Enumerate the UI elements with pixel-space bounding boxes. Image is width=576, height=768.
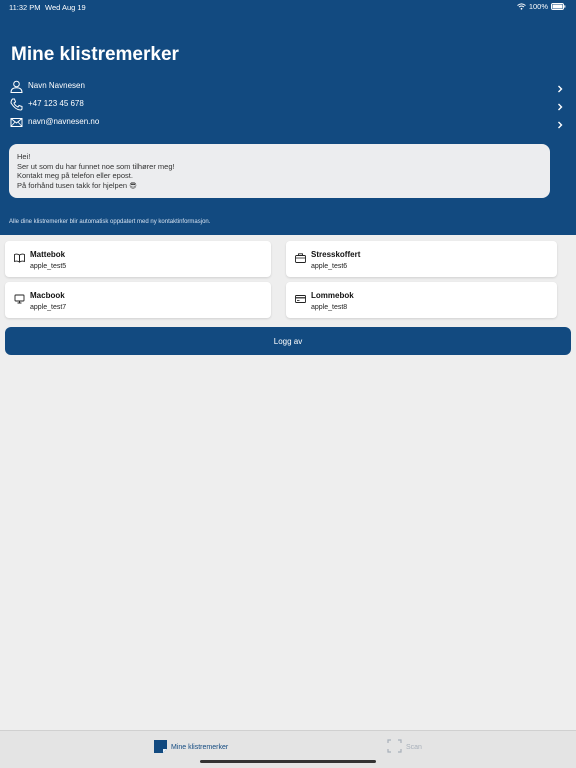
sticker-id: apple_test7: [30, 304, 67, 311]
status-time: 11:32 PM: [9, 3, 41, 12]
message-line: Hei!: [17, 152, 31, 161]
sticker-id: apple_test5: [30, 263, 67, 270]
scan-icon: [387, 739, 402, 755]
sticker-name: Lommebok: [311, 291, 354, 300]
tab-my-stickers[interactable]: Mine klistremerker: [154, 739, 228, 755]
message-line: Kontakt meg på telefon eller epost.: [17, 171, 133, 180]
sticker-id: apple_test8: [311, 304, 348, 311]
contact-row-name[interactable]: Navn Navnesen: [0, 78, 576, 96]
suitcase-icon: [295, 250, 306, 263]
page-title: Mine klistremerker: [11, 44, 179, 65]
finder-message-box[interactable]: Hei! Ser ut som du har funnet noe som ti…: [9, 144, 550, 198]
contact-name: Navn Navnesen: [28, 81, 85, 90]
chevron-right-icon: [556, 99, 564, 111]
status-bar: 11:32 PM Wed Aug 19 100%: [0, 0, 576, 16]
status-indicators: 100%: [516, 2, 566, 11]
chevron-right-icon: [556, 117, 564, 129]
sticker-card-lommebok[interactable]: Lommebok apple_test8: [286, 282, 557, 318]
logout-button[interactable]: Logg av: [5, 327, 571, 355]
status-date: Wed Aug 19: [45, 3, 86, 12]
sticker-card-mattebok[interactable]: Mattebok apple_test5: [5, 241, 271, 277]
battery-icon: [551, 3, 566, 10]
contact-row-phone[interactable]: +47 123 45 678: [0, 96, 576, 114]
tab-label: Mine klistremerker: [171, 743, 229, 751]
sticker-name: Macbook: [30, 291, 65, 300]
sticker-id: apple_test6: [311, 263, 348, 270]
phone-icon: [10, 98, 23, 111]
mail-icon: [10, 116, 23, 129]
tab-label: Scan: [406, 743, 422, 751]
person-icon: [10, 80, 23, 93]
message-line: Ser ut som du har funnet noe som tilhøre…: [17, 161, 175, 171]
sticker-name: Stresskoffert: [311, 250, 361, 259]
wallet-icon: [295, 291, 306, 303]
contact-phone: +47 123 45 678: [28, 99, 84, 108]
sticker-icon: [154, 739, 167, 755]
chevron-right-icon: [556, 81, 564, 93]
battery-percent: 100%: [528, 2, 548, 11]
sticker-name: Mattebok: [30, 250, 66, 259]
wifi-icon: [516, 3, 526, 10]
profile-header: 11:32 PM Wed Aug 19 100% Mine klistremer…: [0, 0, 576, 235]
home-indicator: [200, 760, 376, 763]
contact-email: navn@navnesen.no: [28, 117, 100, 126]
book-icon: [14, 250, 25, 263]
tab-scan[interactable]: Scan: [387, 739, 422, 755]
sticker-card-stresskoffert[interactable]: Stresskoffert apple_test6: [286, 241, 557, 277]
auto-update-note: Alle dine klistremerker blir automatisk …: [9, 219, 211, 225]
laptop-icon: [14, 291, 25, 304]
message-line: På forhånd tusen takk for hjelpen 😎: [17, 180, 137, 190]
sticker-card-macbook[interactable]: Macbook apple_test7: [5, 282, 271, 318]
contact-row-email[interactable]: navn@navnesen.no: [0, 114, 576, 132]
